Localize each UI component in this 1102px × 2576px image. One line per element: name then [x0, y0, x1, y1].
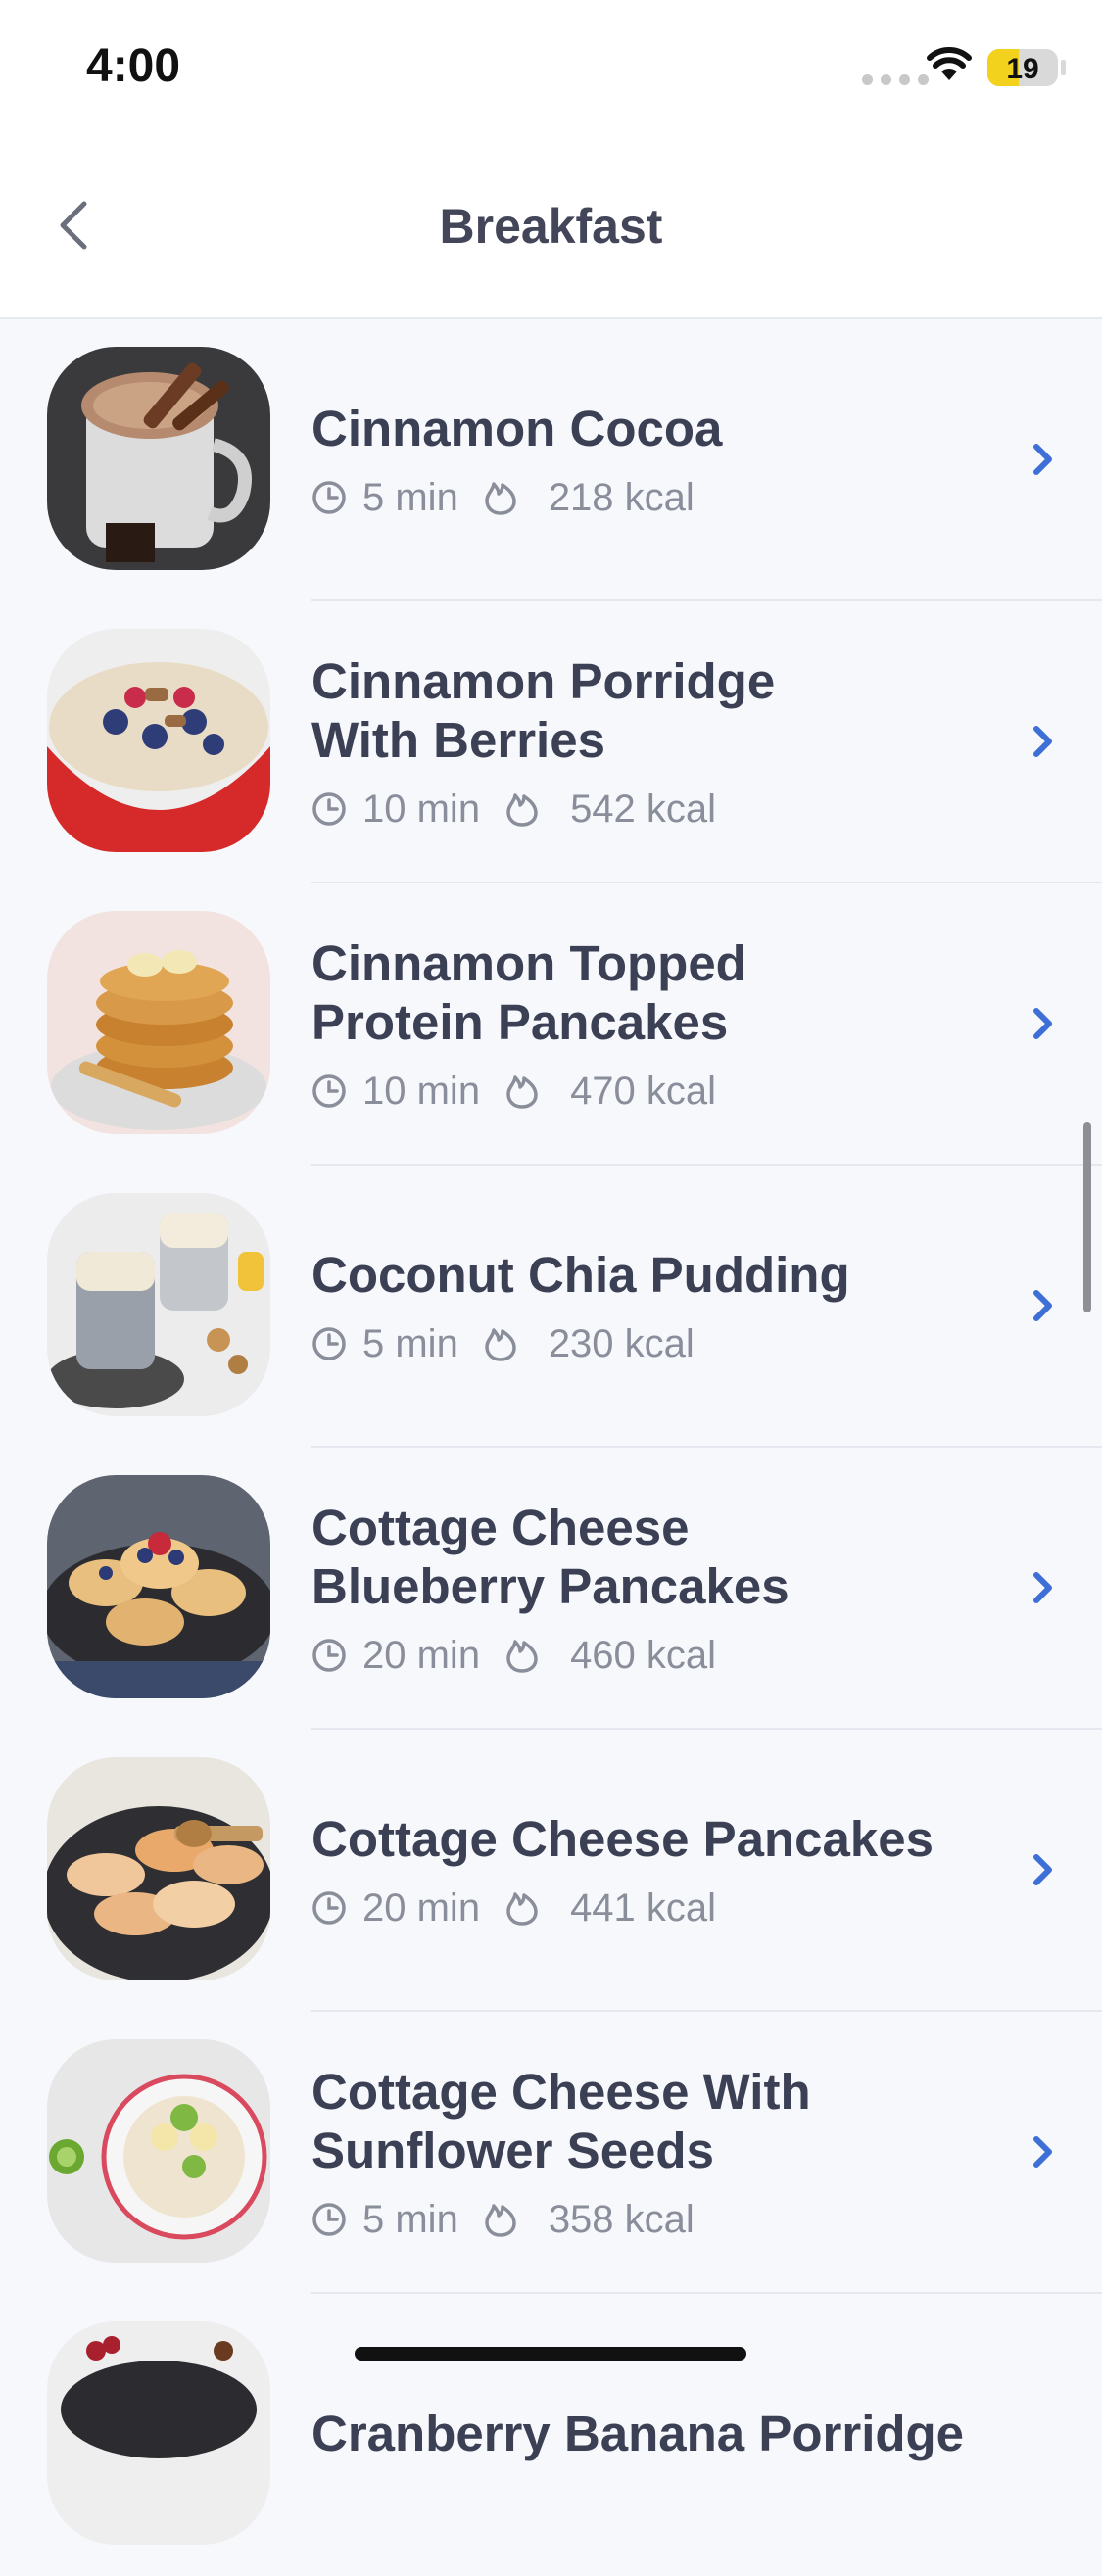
- recipe-kcal: 542 kcal: [570, 787, 717, 831]
- recipe-thumbnail-cocoa: [47, 347, 270, 570]
- battery-icon: 19: [987, 49, 1058, 86]
- recipe-kcal: 230 kcal: [548, 1321, 695, 1365]
- scrollbar[interactable]: [1083, 1122, 1091, 1312]
- recipe-time: 20 min: [362, 1633, 481, 1677]
- recipe-thumbnail-cottage-pancakes: [47, 1757, 270, 1980]
- clock-icon: [312, 481, 346, 514]
- chevron-right-icon[interactable]: [1024, 999, 1063, 1048]
- recipe-kcal: 460 kcal: [570, 1633, 717, 1677]
- recipe-name: Cottage Cheese Pancakes: [311, 1810, 934, 1867]
- flame-icon: [506, 1892, 538, 1926]
- clock-icon: [312, 1891, 346, 1925]
- flame-icon: [506, 793, 538, 827]
- recipe-info: Cinnamon Topped Protein Pancakes 10 min …: [311, 883, 965, 1164]
- recipe-row[interactable]: Cottage Cheese Blueberry Pancakes 20 min…: [0, 1448, 1102, 1730]
- recipe-meta: 10 min 542 kcal: [311, 787, 965, 832]
- recipe-name: Cinnamon Cocoa: [311, 400, 723, 456]
- flame-icon: [485, 1328, 516, 1361]
- navigation-bar: Breakfast: [0, 127, 1102, 319]
- chevron-right-icon[interactable]: [1024, 1563, 1063, 1612]
- recipe-info: Cottage Cheese With Sunflower Seeds 5 mi…: [311, 2012, 965, 2292]
- status-bar: 4:00 19: [0, 0, 1102, 127]
- recipe-time: 5 min: [362, 2197, 458, 2241]
- flame-icon: [506, 1075, 538, 1109]
- recipe-row[interactable]: Cinnamon Topped Protein Pancakes 10 min …: [0, 883, 1102, 1166]
- chevron-right-icon[interactable]: [1024, 717, 1063, 766]
- recipe-kcal: 470 kcal: [570, 1069, 717, 1113]
- recipe-kcal: 218 kcal: [548, 475, 695, 519]
- clock-icon: [312, 1327, 346, 1360]
- recipe-meta: 5 min 358 kcal: [311, 2198, 965, 2242]
- chevron-right-icon[interactable]: [1024, 435, 1063, 484]
- recipe-name: Cinnamon Porridge With Berries: [311, 652, 776, 768]
- home-indicator[interactable]: [355, 2347, 746, 2361]
- recipe-name: Coconut Chia Pudding: [311, 1246, 850, 1303]
- recipe-time: 10 min: [362, 787, 481, 831]
- chevron-right-icon[interactable]: [1024, 1845, 1063, 1894]
- page-title: Breakfast: [439, 199, 663, 254]
- recipe-time: 5 min: [362, 475, 458, 519]
- recipe-info: Cinnamon Cocoa 5 min 218 kcal: [311, 319, 965, 599]
- recipe-list: Cinnamon Cocoa 5 min 218 kcal Cinnamon P…: [0, 319, 1102, 2576]
- recipe-info: Cottage Cheese Pancakes 20 min 441 kcal: [311, 1730, 965, 2010]
- recipe-meta: 20 min 441 kcal: [311, 1886, 965, 1931]
- battery-cap: [1061, 60, 1066, 75]
- status-time: 4:00: [86, 40, 181, 92]
- recipe-kcal: 441 kcal: [570, 1885, 717, 1930]
- recipe-row[interactable]: Coconut Chia Pudding 5 min 230 kcal: [0, 1166, 1102, 1448]
- recipe-time: 20 min: [362, 1885, 481, 1930]
- flame-icon: [485, 2204, 516, 2237]
- recipe-time: 10 min: [362, 1069, 481, 1113]
- recipe-meta: 20 min 460 kcal: [311, 1634, 965, 1678]
- clock-icon: [312, 792, 346, 826]
- cellular-signal-icon: [862, 74, 929, 85]
- battery-level: 19: [1006, 53, 1039, 85]
- recipe-row[interactable]: Cranberry Banana Porridge: [0, 2294, 1102, 2576]
- flame-icon: [506, 1640, 538, 1673]
- recipe-thumbnail-cranberry-porridge: [47, 2321, 270, 2545]
- recipe-row[interactable]: Cinnamon Cocoa 5 min 218 kcal: [0, 319, 1102, 601]
- recipe-name: Cottage Cheese With Sunflower Seeds: [311, 2063, 811, 2178]
- clock-icon: [312, 1074, 346, 1108]
- recipe-meta: 5 min 218 kcal: [311, 476, 965, 520]
- clock-icon: [312, 2203, 346, 2236]
- recipe-row[interactable]: Cottage Cheese With Sunflower Seeds 5 mi…: [0, 2012, 1102, 2294]
- recipe-time: 5 min: [362, 1321, 458, 1365]
- recipe-thumbnail-blueberry-pancakes: [47, 1475, 270, 1698]
- recipe-row[interactable]: Cottage Cheese Pancakes 20 min 441 kcal: [0, 1730, 1102, 2012]
- recipe-thumbnail-protein-pancakes: [47, 911, 270, 1134]
- chevron-right-icon[interactable]: [1024, 2127, 1063, 2176]
- recipe-thumbnail-chia-pudding: [47, 1193, 270, 1416]
- recipe-name: Cinnamon Topped Protein Pancakes: [311, 934, 746, 1050]
- recipe-info: Cranberry Banana Porridge: [311, 2294, 965, 2574]
- recipe-kcal: 358 kcal: [548, 2197, 695, 2241]
- recipe-info: Cottage Cheese Blueberry Pancakes 20 min…: [311, 1448, 965, 1728]
- recipe-row[interactable]: Cinnamon Porridge With Berries 10 min 54…: [0, 601, 1102, 883]
- flame-icon: [485, 482, 516, 515]
- recipe-thumbnail-sunflower-seeds: [47, 2039, 270, 2263]
- recipe-info: Coconut Chia Pudding 5 min 230 kcal: [311, 1166, 965, 1446]
- recipe-thumbnail-porridge: [47, 629, 270, 852]
- clock-icon: [312, 1639, 346, 1672]
- recipe-meta: 10 min 470 kcal: [311, 1070, 965, 1114]
- recipe-name: Cranberry Banana Porridge: [311, 2406, 965, 2461]
- recipe-name: Cottage Cheese Blueberry Pancakes: [311, 1499, 790, 1614]
- chevron-right-icon[interactable]: [1024, 1281, 1063, 1330]
- recipe-meta: 5 min 230 kcal: [311, 1322, 965, 1366]
- recipe-info: Cinnamon Porridge With Berries 10 min 54…: [311, 601, 965, 882]
- wifi-icon: [927, 47, 972, 80]
